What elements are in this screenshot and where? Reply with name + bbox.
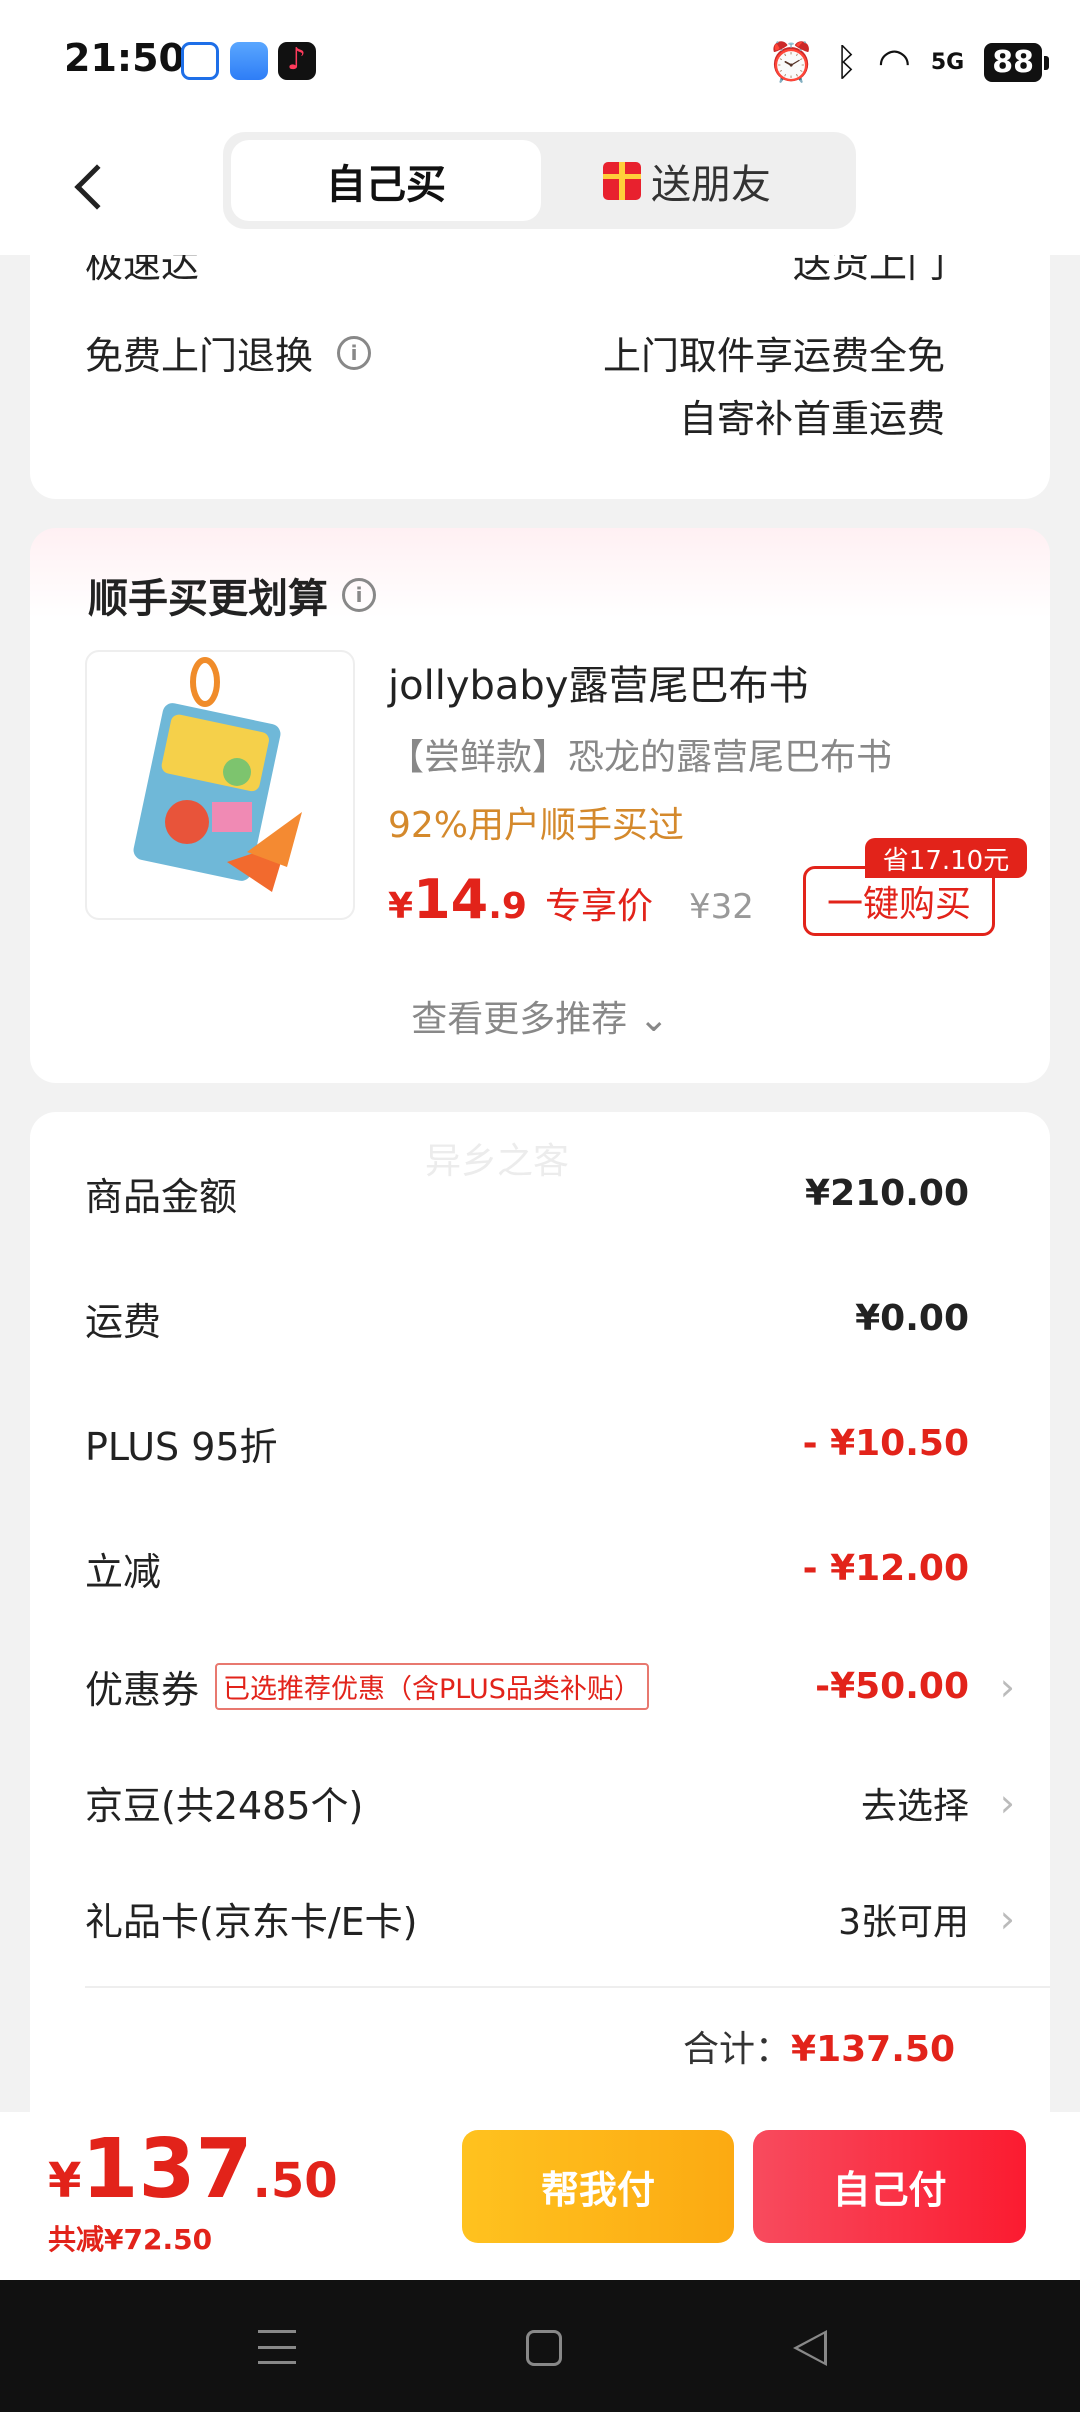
product-name[interactable]: jollybaby露营尾巴布书	[388, 653, 808, 711]
product-price: ¥ 14 .9 专享价 ¥32	[388, 868, 754, 931]
payable-currency: ¥	[48, 2153, 82, 2209]
gift-card-value: 3张可用	[838, 1901, 969, 1943]
tab-gift-label: 送朋友	[651, 161, 771, 208]
instant-discount-value: - ¥12.00	[802, 1548, 969, 1589]
freight-value: ¥0.00	[855, 1298, 969, 1339]
chevron-right-icon: ›	[999, 1664, 1015, 1709]
info-icon[interactable]: i	[337, 335, 372, 370]
product-image[interactable]	[85, 650, 355, 920]
gift-card-row[interactable]: 礼品卡(京东卡/E卡) 3张可用 ›	[85, 1891, 1015, 1946]
alarm-icon: ⏰	[767, 39, 815, 84]
system-nav-bar	[0, 2280, 1080, 2412]
wifi-icon: ◠	[877, 40, 911, 84]
price-integer: 14	[413, 868, 489, 931]
menu-icon[interactable]	[258, 2330, 296, 2364]
goods-amount-value: ¥210.00	[805, 1173, 969, 1214]
price-decimal: .9	[488, 886, 527, 927]
delivery-label: 极速达	[85, 255, 200, 286]
coupon-label-group: 优惠券 已选推荐优惠（含PLUS品类补贴）	[85, 1659, 815, 1714]
tab-send-to-friend[interactable]: 送朋友	[603, 140, 833, 221]
plus-discount-label: PLUS 95折	[85, 1425, 278, 1469]
jd-beans-row[interactable]: 京豆(共2485个) 去选择 ›	[85, 1775, 1015, 1830]
section-title: 顺手买更划算 i	[88, 566, 376, 624]
original-price: ¥32	[688, 887, 754, 927]
total-label: 合计：	[683, 2029, 792, 2070]
jd-beans-value: 去选择	[860, 1785, 969, 1827]
status-icons: ⏰ ᛒ ◠ 5G 88	[767, 38, 1049, 86]
free-return-desc-2: 自寄补首重运费	[678, 397, 945, 441]
battery-indicator: 88	[984, 42, 1049, 82]
total-value: ¥137.50	[791, 2029, 955, 2070]
gift-card-label: 礼品卡(京东卡/E卡)	[85, 1900, 418, 1944]
free-return-label: 免费上门退换	[85, 334, 314, 378]
coupon-tag: 已选推荐优惠（含PLUS品类补贴）	[215, 1663, 649, 1710]
product-tag: 92%用户顺手买过	[388, 805, 685, 846]
clock: 21:50	[64, 36, 185, 80]
tiktok-app-icon	[278, 42, 316, 80]
coupon-value: -¥50.00	[815, 1666, 969, 1707]
checkout-bar: ¥ 137 .50 共减¥72.50 帮我付 自己付	[0, 2112, 1080, 2280]
goods-amount-label: 商品金额	[85, 1175, 238, 1219]
price-currency: ¥	[388, 886, 414, 927]
instant-discount-label: 立减	[85, 1550, 162, 1594]
save-badge: 省17.10元	[865, 838, 1027, 878]
instant-discount-row: 立减 - ¥12.00	[85, 1541, 1015, 1596]
price-summary-card: 异乡之客 商品金额 ¥210.00 运费 ¥0.00 PLUS 95折 - ¥1…	[30, 1112, 1050, 2112]
view-more-recommend[interactable]: 查看更多推荐 ⌄	[30, 990, 1050, 1042]
signal-5g-icon: 5G	[930, 49, 965, 75]
divider	[85, 1986, 1050, 1988]
plus-discount-value: - ¥10.50	[802, 1423, 969, 1464]
payable-integer: 137	[81, 2122, 253, 2217]
pay-myself-button[interactable]: 自己付	[753, 2130, 1026, 2243]
bluetooth-icon: ᛒ	[834, 40, 858, 84]
tab-buy-for-self[interactable]: 自己买	[231, 140, 541, 221]
coupon-label: 优惠券	[85, 1668, 200, 1712]
addon-recommend-card: 顺手买更划算 i jollybaby露营尾巴布书 【尝鲜款】恐龙的露营尾巴布书 …	[30, 528, 1050, 1083]
free-return-desc-1: 上门取件享运费全免	[602, 334, 945, 378]
cloth-book-image	[133, 657, 302, 892]
info-icon[interactable]: i	[342, 578, 376, 612]
top-nav: 自己买 送朋友	[0, 125, 1080, 255]
gift-icon	[603, 161, 641, 200]
goods-amount-row: 商品金额 ¥210.00	[85, 1166, 1015, 1221]
jd-beans-label: 京豆(共2485个)	[85, 1784, 364, 1828]
back-button[interactable]	[55, 147, 125, 227]
coupon-row[interactable]: 优惠券 已选推荐优惠（含PLUS品类补贴） -¥50.00 ›	[85, 1659, 1015, 1714]
status-bar: 21:50 ⏰ ᛒ ◠ 5G 88	[0, 0, 1080, 125]
home-icon[interactable]	[526, 2330, 562, 2366]
help-me-pay-button[interactable]: 帮我付	[462, 2130, 734, 2243]
exclusive-price-label: 专享价	[544, 886, 653, 927]
product-subtitle: 【尝鲜款】恐龙的露营尾巴布书	[388, 737, 893, 778]
total-row: 合计： ¥137.50	[683, 2020, 955, 2072]
plus-discount-row: PLUS 95折 - ¥10.50	[85, 1416, 1015, 1471]
chevron-left-icon	[74, 164, 120, 210]
total-saved: 共减¥72.50	[48, 2223, 213, 2256]
shipping-card: 极速达 送货上门 免费上门退换 i 上门取件享运费全免 自寄补首重运费	[30, 255, 1050, 499]
section-title-text: 顺手买更划算	[88, 576, 328, 622]
free-return-row: 免费上门退换 i	[85, 325, 372, 380]
freight-row: 运费 ¥0.00	[85, 1291, 1015, 1346]
payable-price: ¥ 137 .50	[48, 2122, 338, 2217]
weather-app-icon	[230, 42, 268, 80]
baidu-app-icon	[181, 42, 219, 80]
freight-label: 运费	[85, 1300, 162, 1344]
back-triangle-icon[interactable]	[793, 2330, 827, 2366]
purchase-mode-switch: 自己买 送朋友	[223, 132, 856, 229]
chevron-right-icon: ›	[999, 1780, 1015, 1825]
chevron-right-icon: ›	[999, 1896, 1015, 1941]
delivery-value: 送货上门	[792, 255, 945, 286]
payable-decimal: .50	[252, 2153, 338, 2209]
